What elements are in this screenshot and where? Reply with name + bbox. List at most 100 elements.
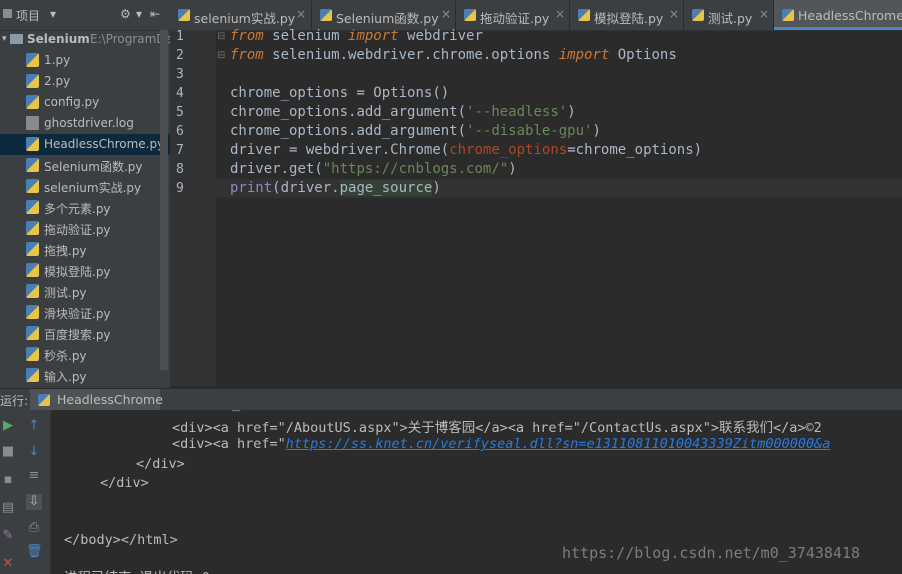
pin-icon[interactable]: ▪ bbox=[0, 472, 16, 488]
project-scrollbar[interactable] bbox=[160, 30, 168, 370]
scroll-to-end-icon[interactable]: ⇩ bbox=[26, 494, 42, 510]
file-item[interactable]: Selenium函数.py bbox=[0, 155, 170, 176]
file-item[interactable]: 多个元素.py bbox=[0, 197, 170, 218]
project-panel: 项目 ▾ ⚙ ▾ ⇤ ▾ Selenium E:\ProgramDa 1.py 2… bbox=[0, 0, 170, 388]
code-editor[interactable]: from selenium import webdriver from sele… bbox=[230, 28, 902, 386]
run-label: 运行: bbox=[0, 394, 29, 408]
keyword: from bbox=[230, 47, 264, 63]
string: '--disable-gpu' bbox=[466, 123, 593, 139]
file-item[interactable]: ghostdriver.log bbox=[0, 113, 170, 134]
identifier: Options bbox=[609, 47, 677, 63]
close-icon[interactable]: × bbox=[669, 7, 679, 21]
identifier: webdriver bbox=[398, 28, 483, 44]
paren: ( bbox=[440, 142, 450, 158]
file-item[interactable]: 测试.py bbox=[0, 281, 170, 302]
python-file-icon bbox=[782, 9, 794, 21]
python-file-icon bbox=[26, 74, 39, 88]
file-item-label: 百度搜索.py bbox=[44, 328, 111, 342]
file-item[interactable]: 输入.py bbox=[0, 365, 170, 386]
code-line-9: print(driver.page_source) bbox=[230, 180, 441, 199]
string: '--headless' bbox=[466, 104, 568, 120]
arrow-up-icon[interactable]: ↑ bbox=[26, 418, 42, 434]
close-run-icon[interactable]: ✕ bbox=[0, 556, 16, 572]
folder-icon bbox=[10, 34, 23, 44]
close-icon[interactable]: × bbox=[759, 7, 769, 21]
file-item[interactable]: 滑块验证.py bbox=[0, 302, 170, 323]
project-panel-title[interactable]: 项目 bbox=[16, 7, 40, 24]
file-item-label: HeadlessChrome.py bbox=[44, 137, 165, 151]
stop-icon[interactable]: ■ bbox=[0, 444, 16, 460]
python-file-icon bbox=[26, 179, 39, 193]
chevron-down-icon[interactable]: ▾ bbox=[136, 7, 142, 21]
python-file-icon bbox=[26, 221, 39, 235]
file-item[interactable]: 拖拽.py bbox=[0, 239, 170, 260]
keyword: import bbox=[558, 47, 610, 63]
python-file-icon bbox=[26, 305, 39, 319]
project-root[interactable]: ▾ Selenium E:\ProgramDa bbox=[0, 30, 170, 50]
fold-icon[interactable]: ⊟ bbox=[217, 31, 225, 42]
tab-selenium-hanshu[interactable]: Selenium函数.py × bbox=[312, 0, 456, 30]
file-item-label: 滑块验证.py bbox=[44, 307, 111, 321]
line-number: 9 bbox=[176, 181, 184, 196]
hide-panel-icon[interactable]: ⇤ bbox=[150, 7, 160, 21]
console-link[interactable]: https://ss.knet.cn/verifyseal.dll?sn=e13… bbox=[286, 436, 831, 452]
fold-icon[interactable]: ⊟ bbox=[217, 50, 225, 61]
project-panel-header: 项目 ▾ ⚙ ▾ ⇤ bbox=[0, 0, 170, 31]
file-item-label: 1.py bbox=[44, 53, 71, 67]
project-view-icon[interactable] bbox=[3, 9, 12, 18]
close-icon[interactable]: × bbox=[441, 7, 451, 21]
tab-headless-chrome[interactable]: HeadlessChrome bbox=[774, 0, 902, 30]
python-file-icon bbox=[26, 263, 39, 277]
console-text: <div><a href="/AboutUS.aspx">关于博客园</a><a… bbox=[172, 420, 822, 436]
keyword: import bbox=[348, 28, 399, 44]
project-root-path: E:\ProgramDa bbox=[90, 32, 170, 46]
keyword: from bbox=[230, 28, 264, 44]
file-item[interactable]: 模拟登陆.py bbox=[0, 260, 170, 281]
file-item[interactable]: 百度搜索.py bbox=[0, 323, 170, 344]
file-item[interactable]: 拖动验证.py bbox=[0, 218, 170, 239]
file-item[interactable]: selenium实战.py bbox=[0, 176, 170, 197]
debug-icon[interactable]: ✎ bbox=[0, 528, 16, 544]
file-item[interactable]: HeadlessChrome.py bbox=[0, 134, 170, 155]
tab-tuodong-yanzheng[interactable]: 拖动验证.py × bbox=[456, 0, 570, 30]
file-item-label: 输入.py bbox=[44, 370, 87, 384]
code-line-1: from selenium import webdriver bbox=[230, 28, 483, 47]
file-item[interactable]: 秒杀.py bbox=[0, 344, 170, 365]
tab-label: 测试.py bbox=[708, 11, 753, 26]
file-item[interactable]: 2.py bbox=[0, 71, 170, 92]
python-file-icon bbox=[26, 137, 39, 151]
close-icon[interactable]: × bbox=[296, 7, 306, 21]
line-number: 2 bbox=[176, 48, 184, 63]
dropdown-icon[interactable]: ▾ bbox=[50, 7, 56, 21]
code-line-7: driver = webdriver.Chrome(chrome_options… bbox=[230, 142, 702, 161]
gear-icon[interactable]: ⚙ bbox=[120, 7, 131, 21]
identifier: webdriver. bbox=[297, 142, 391, 158]
class-call: Options bbox=[364, 85, 433, 101]
trash-icon[interactable]: 🗑 bbox=[26, 544, 43, 560]
tab-ceshi[interactable]: 测试.py × bbox=[684, 0, 774, 30]
editor-gutter bbox=[170, 30, 216, 386]
tab-selenium-shizhan[interactable]: selenium实战.py × bbox=[170, 0, 312, 30]
file-item[interactable]: 1.py bbox=[0, 50, 170, 71]
line-number: 4 bbox=[176, 86, 184, 101]
paren: ) bbox=[592, 123, 601, 139]
line-number: 5 bbox=[176, 105, 184, 120]
close-icon[interactable]: × bbox=[555, 7, 565, 21]
code-line-8: driver.get("https://cnblogs.com/") bbox=[230, 161, 517, 180]
tab-label: 模拟登陆.py bbox=[594, 11, 664, 26]
file-item[interactable]: config.py bbox=[0, 92, 170, 113]
identifier: chrome_options bbox=[230, 85, 357, 101]
tab-moni-denglu[interactable]: 模拟登陆.py × bbox=[570, 0, 684, 30]
print-icon[interactable]: ⎙ bbox=[26, 520, 42, 536]
run-tab[interactable]: HeadlessChrome bbox=[30, 389, 163, 411]
expand-arrow-icon[interactable]: ▾ bbox=[2, 34, 7, 44]
rerun-icon[interactable]: ▶ bbox=[0, 418, 16, 434]
operator: = bbox=[356, 85, 365, 101]
soft-wrap-icon[interactable]: ≡ bbox=[26, 468, 42, 484]
layout-icon[interactable]: ▤ bbox=[0, 500, 16, 516]
arrow-down-icon[interactable]: ↓ bbox=[26, 444, 42, 460]
tab-label: Selenium函数.py bbox=[336, 11, 439, 26]
python-file-icon bbox=[26, 368, 39, 382]
module: selenium.webdriver.chrome.options bbox=[263, 47, 559, 63]
watermark: https://blog.csdn.net/m0_37438418 bbox=[562, 544, 861, 562]
